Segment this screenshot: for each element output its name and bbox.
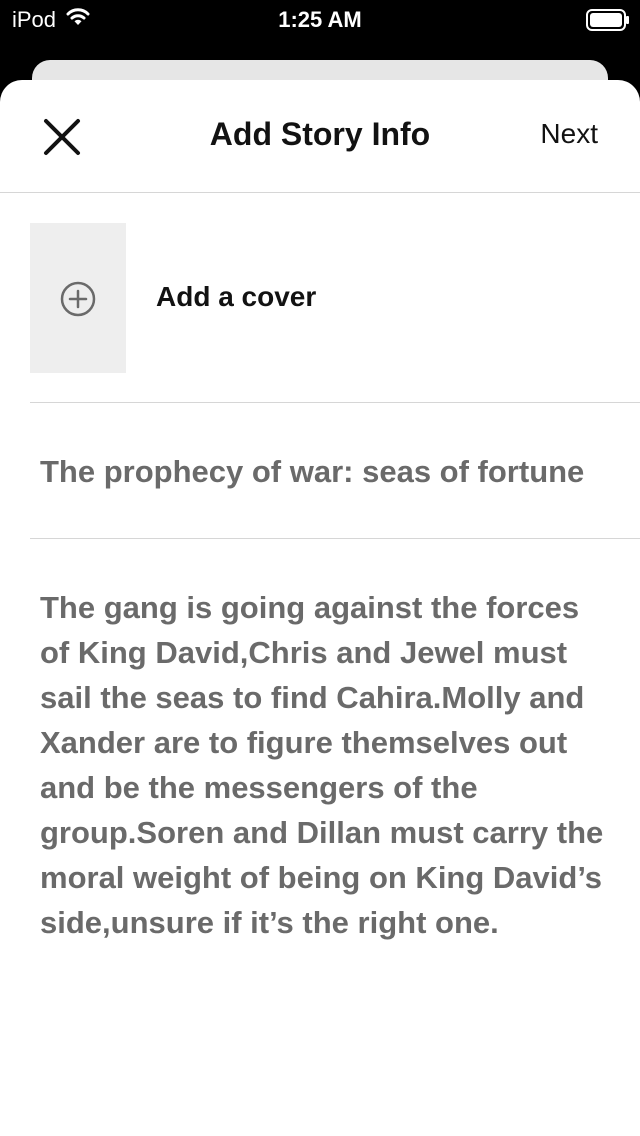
- status-time: 1:25 AM: [278, 7, 362, 32]
- cover-placeholder[interactable]: [30, 223, 126, 373]
- story-description-field[interactable]: The gang is going against the forces of …: [30, 539, 640, 945]
- story-info-sheet: Add Story Info Next Add a cover The prop…: [0, 80, 640, 1136]
- nav-bar: Add Story Info Next: [0, 80, 640, 193]
- next-button[interactable]: Next: [540, 118, 598, 150]
- add-cover-label[interactable]: Add a cover: [156, 281, 316, 313]
- story-title-field[interactable]: The prophecy of war: seas of fortune: [30, 403, 640, 539]
- add-cover-row[interactable]: Add a cover: [30, 193, 640, 403]
- status-bar: iPod 1:25 AM: [0, 0, 640, 40]
- battery-icon: [586, 9, 629, 31]
- plus-circle-icon: [60, 281, 96, 317]
